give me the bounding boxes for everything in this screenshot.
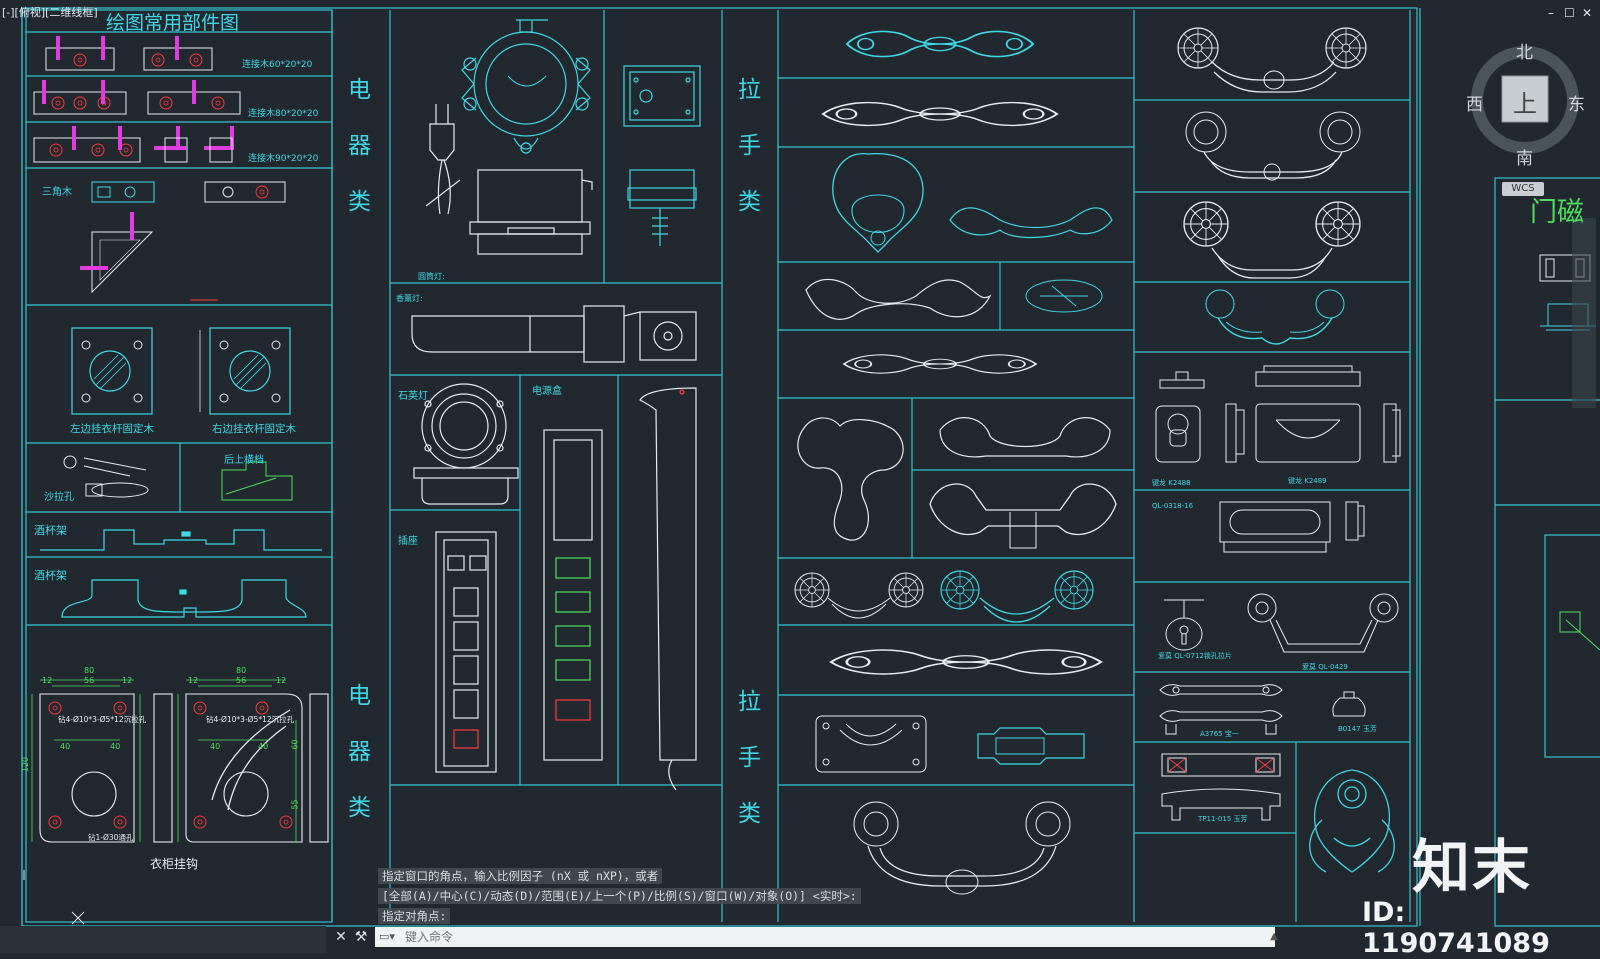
cad-drawing[interactable]	[0, 0, 1600, 953]
handle-parts-col1[interactable]	[794, 30, 1117, 895]
connector-wood-parts[interactable]	[33, 36, 241, 163]
label-handle-k2488: 键龙 K2488	[1152, 479, 1191, 487]
command-history-line-2: [全部(A)/中心(C)/动态(D)/范围(E)/上一个(P)/比例(S)/窗口…	[378, 888, 861, 904]
close-command-icon[interactable]: ✕	[332, 928, 350, 946]
label-handle-ql0429: 爱莫 QL-0429	[1302, 663, 1348, 671]
restore-icon[interactable]: ☐	[1564, 6, 1575, 20]
dim-40a: 40	[60, 742, 71, 751]
viewcube-west[interactable]: 西	[1466, 90, 1483, 115]
watermark-id: ID: 1190741089	[1362, 897, 1550, 959]
dim-12c: 12	[188, 676, 199, 685]
label-power-box: 电源盒	[532, 386, 562, 397]
dim-12a: 12	[42, 676, 53, 685]
side-label-electrical-1c: 类	[348, 189, 371, 215]
close-icon[interactable]: ✕	[1582, 6, 1592, 20]
label-round-lamp: 圆筒灯:	[418, 272, 445, 281]
dim-40b: 40	[110, 742, 121, 751]
label-wine-rack-1: 酒杯架	[34, 524, 67, 537]
viewcube-north[interactable]: 北	[1516, 38, 1533, 63]
chevron-up-icon[interactable]: ▲	[1265, 928, 1283, 946]
dim-80b: 80	[236, 666, 247, 675]
wcs-menu[interactable]: WCS	[1502, 182, 1544, 196]
watermark-brand: 知末	[1412, 833, 1533, 901]
rod-fixing-wood-parts[interactable]	[71, 327, 291, 415]
hole-note-c: 钻1-Ø30通孔	[88, 833, 134, 842]
label-handle-ql0318: QL-0318-16	[1152, 502, 1194, 510]
dim-55: 55	[290, 799, 300, 810]
dim-56b: 56	[236, 676, 247, 685]
side-label-electrical-2c: 类	[348, 795, 371, 821]
dim-12b: 12	[122, 676, 133, 685]
handle-parts-col2[interactable]	[1155, 27, 1401, 873]
side-label-electrical-2b: 器	[348, 739, 371, 765]
label-handle-a3765: A3765 宝一	[1200, 730, 1239, 738]
command-history-line-1: 指定窗口的角点，输入比例因子 (nX 或 nXP)，或者	[378, 868, 663, 884]
side-label-handle-2c: 类	[738, 801, 761, 827]
dim-60: 60	[290, 739, 300, 750]
side-label-handle-1a: 拉	[738, 77, 761, 103]
viewcube-east[interactable]: 东	[1568, 90, 1585, 115]
dim-40c: 40	[210, 742, 221, 751]
side-label-electrical-1b: 器	[348, 133, 371, 159]
navigation-bar[interactable]	[1572, 218, 1596, 408]
viewcube-south[interactable]: 南	[1516, 144, 1533, 169]
label-spot-lamp: 香薰灯:	[396, 294, 423, 303]
label-wardrobe-hook: 衣柜挂钩	[150, 857, 199, 871]
wine-rack-parts[interactable]	[40, 529, 322, 618]
dim-12d: 12	[276, 676, 287, 685]
label-left-rod: 左边挂衣杆固定木	[70, 423, 154, 435]
drawing-title: 绘图常用部件图	[106, 12, 240, 34]
minimize-icon[interactable]: –	[1548, 6, 1554, 20]
label-rear-rail: 后上横档	[224, 455, 264, 466]
label-connector-90: 连接木90*20*20	[248, 154, 319, 164]
label-wine-rack-2: 酒杯架	[34, 569, 67, 582]
label-handle-tp11: TP11-015 玉芳	[1198, 815, 1248, 823]
label-handle-ql0712: 爱莫 QL-0712锁孔拉片	[1158, 652, 1232, 660]
dim-80a: 80	[84, 666, 95, 675]
recent-commands-icon[interactable]: ▭▾	[378, 928, 396, 946]
viewcube-top[interactable]: 上	[1513, 84, 1537, 119]
viewport-label[interactable]: [-][俯视][二维线框]	[2, 4, 98, 20]
command-history-line-3: 指定对角点:	[378, 908, 451, 924]
side-label-electrical-1a: 电	[348, 77, 371, 103]
label-sofa-hole: 沙拉孔	[44, 492, 74, 503]
dim-56a: 56	[84, 676, 95, 685]
dim-120: 120	[21, 756, 31, 773]
hole-note-b: 钻4-Ø10*3-Ø5*12沉拉孔	[206, 715, 295, 724]
label-handle-k2489: 键龙 K2489	[1288, 477, 1327, 485]
side-label-handle-1c: 类	[738, 189, 761, 215]
electrical-parts[interactable]	[411, 19, 701, 791]
label-connector-60: 连接木60*20*20	[242, 60, 313, 70]
label-socket: 插座	[398, 536, 418, 547]
label-right-rod: 右边挂衣杆固定木	[212, 423, 296, 435]
dim-40d: 40	[258, 742, 269, 751]
hole-note-a: 钻4-Ø10*3-Ø5*12沉拉孔	[58, 715, 147, 724]
drawing-canvas[interactable]: [-][俯视][二维线框] – ☐ ✕ 绘图常用部件图 电 器 类 电 器 类 …	[0, 0, 1600, 959]
side-label-handle-2a: 拉	[738, 689, 761, 715]
label-connector-80: 连接木80*20*20	[248, 109, 319, 119]
label-triangle-wood: 三角木	[42, 187, 72, 198]
side-label-handle-1b: 手	[738, 133, 761, 159]
triangle-wood-parts[interactable]	[80, 181, 286, 301]
customize-wrench-icon[interactable]: ⚒	[352, 928, 370, 946]
side-label-handle-2b: 手	[738, 745, 761, 771]
label-quartz-lamp: 石英灯	[398, 391, 428, 402]
label-handle-b0147: B0147 玉芳	[1338, 725, 1377, 733]
command-bar-left	[0, 926, 326, 953]
side-label-electrical-2a: 电	[348, 683, 371, 709]
command-input[interactable]	[375, 927, 1275, 947]
